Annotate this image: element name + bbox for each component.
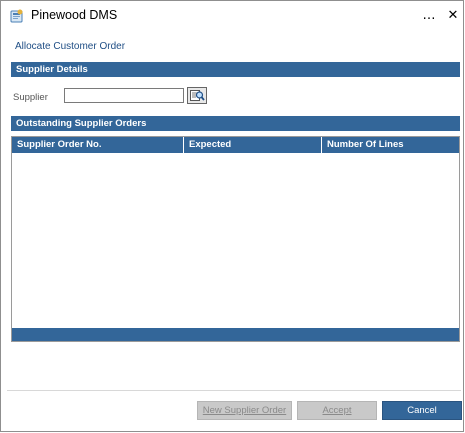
supplier-details-header: Supplier Details [11, 62, 460, 77]
column-number-of-lines[interactable]: Number Of Lines [322, 137, 459, 153]
pinewood-app-icon [10, 8, 24, 23]
grid-footer [12, 328, 459, 341]
form-title: Allocate Customer Order [15, 41, 126, 52]
column-expected[interactable]: Expected [184, 137, 322, 153]
new-supplier-order-button[interactable]: New Supplier Order [197, 401, 292, 420]
close-button[interactable]: ✕ [442, 5, 464, 27]
supplier-input[interactable] [64, 88, 184, 103]
title-bar[interactable]: Pinewood DMS … ✕ [1, 1, 463, 31]
accept-button[interactable]: Accept [297, 401, 377, 420]
window-title: Pinewood DMS [31, 8, 118, 22]
supplier-lookup-button[interactable] [187, 87, 207, 104]
dialog-window: Pinewood DMS … ✕ Allocate Customer Order… [0, 0, 464, 432]
cancel-button[interactable]: Cancel [382, 401, 462, 420]
button-separator [7, 390, 461, 391]
supplier-orders-grid[interactable]: Supplier Order No. Expected Number Of Li… [11, 136, 460, 342]
grid-header: Supplier Order No. Expected Number Of Li… [12, 137, 459, 153]
column-supplier-order-no[interactable]: Supplier Order No. [12, 137, 184, 153]
supplier-label: Supplier [13, 92, 48, 103]
minimize-button[interactable]: … [418, 5, 440, 27]
outstanding-orders-header: Outstanding Supplier Orders [11, 116, 460, 131]
search-lookup-icon [190, 90, 205, 101]
